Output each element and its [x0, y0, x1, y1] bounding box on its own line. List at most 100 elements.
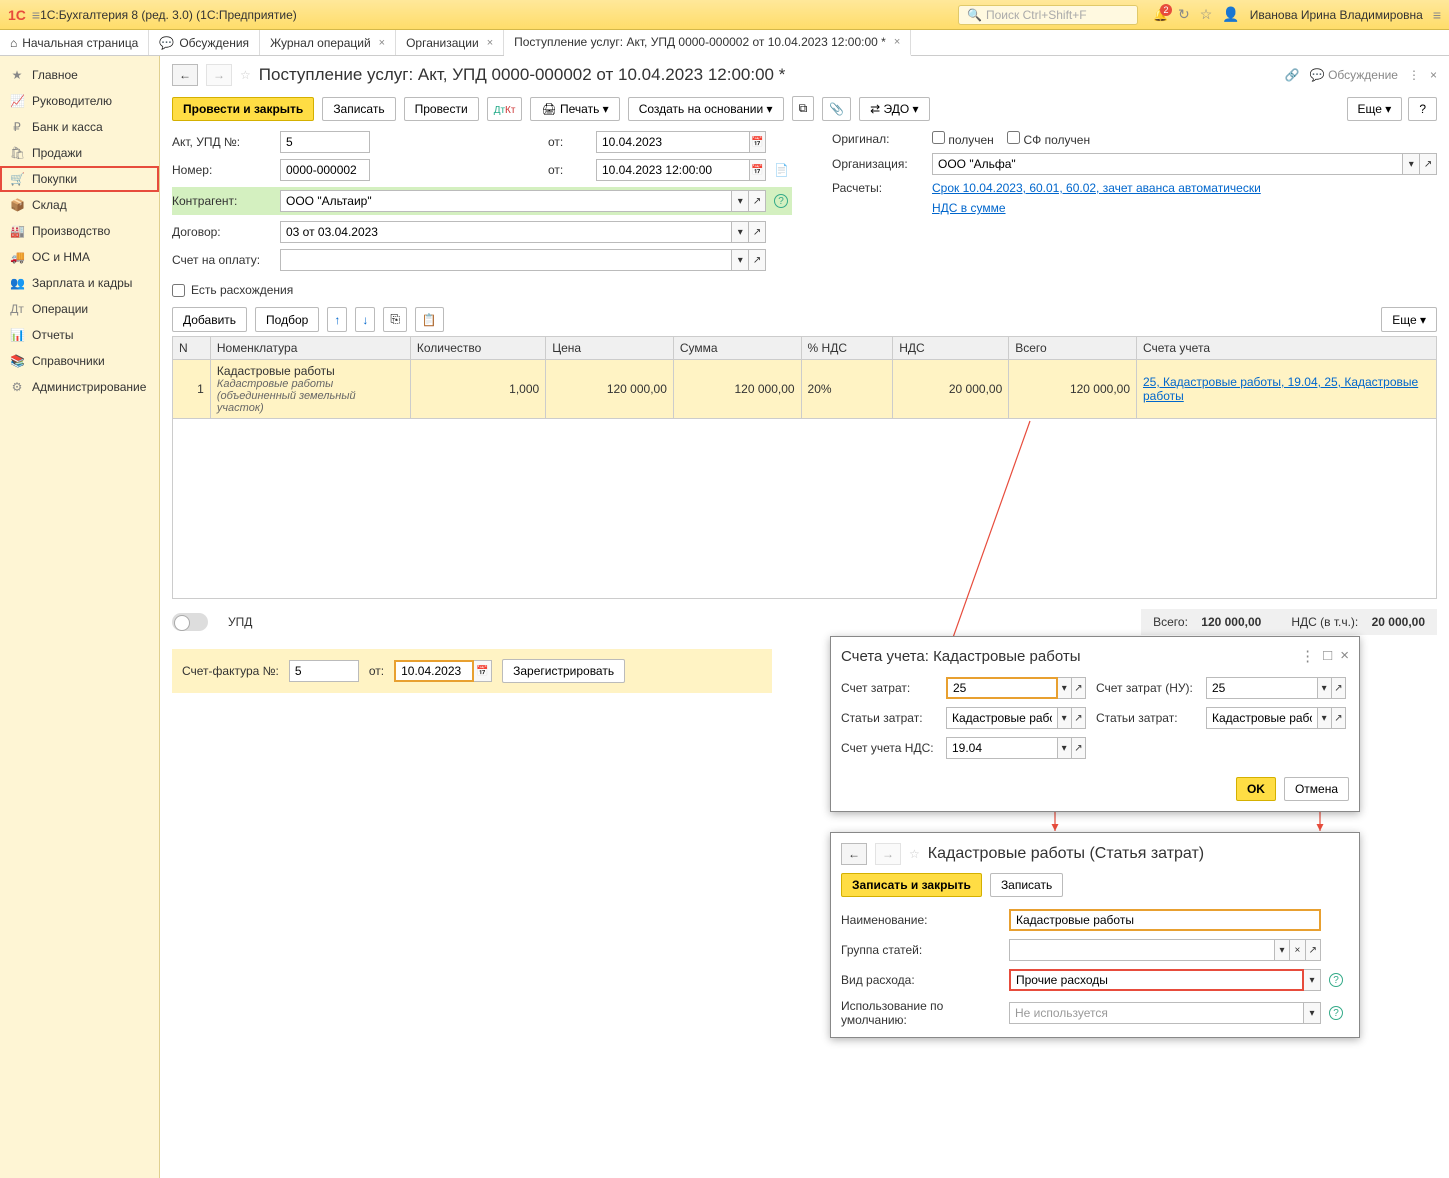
save-close-button[interactable]: Записать и закрыть [841, 873, 982, 897]
sidebar-item-reports[interactable]: 📊Отчеты [0, 322, 159, 348]
close-icon[interactable]: × [379, 37, 385, 49]
edo-button[interactable]: ⇄ ЭДО ▾ [859, 97, 929, 121]
dropdown-icon[interactable]: ▾ [732, 249, 749, 271]
calendar-icon[interactable]: 📅 [750, 131, 766, 153]
post-button[interactable]: Провести [404, 97, 479, 121]
tab-home[interactable]: ⌂Начальная страница [0, 30, 149, 55]
accounts-link[interactable]: 25, Кадастровые работы, 19.04, 25, Кадас… [1143, 375, 1418, 403]
save-button[interactable]: Записать [322, 97, 395, 121]
history-icon[interactable]: ↻ [1178, 6, 1190, 23]
close-icon[interactable]: × [487, 37, 493, 49]
dropdown-icon[interactable]: ▾ [732, 190, 749, 212]
help-icon[interactable]: ? [1329, 1006, 1343, 1020]
more-icon[interactable]: ⋮ [1408, 68, 1420, 82]
sidebar-item-stock[interactable]: 📦Склад [0, 192, 159, 218]
akt-date-input[interactable] [596, 131, 750, 153]
received-checkbox[interactable] [932, 131, 945, 144]
bell-icon[interactable]: 🔔2 [1153, 8, 1168, 22]
sidebar-item-main[interactable]: ★Главное [0, 62, 159, 88]
tab-journal[interactable]: Журнал операций× [260, 30, 396, 55]
sf-date-input[interactable] [394, 660, 474, 682]
schet-zatrat-nu-input[interactable] [1206, 677, 1318, 699]
back-button[interactable]: ← [172, 64, 198, 86]
register-button[interactable]: Зарегистрировать [502, 659, 625, 683]
star-icon[interactable]: ☆ [1200, 6, 1213, 23]
sf-received-checkbox[interactable] [1007, 131, 1020, 144]
star-icon[interactable]: ☆ [909, 847, 920, 861]
add-button[interactable]: Добавить [172, 307, 247, 332]
usage-input[interactable] [1009, 1002, 1304, 1024]
table-more-button[interactable]: Еще ▾ [1381, 307, 1437, 332]
col-nds[interactable]: НДС [893, 337, 1009, 360]
col-n[interactable]: N [173, 337, 211, 360]
number-input[interactable] [280, 159, 370, 181]
tab-orgs[interactable]: Организации× [396, 30, 504, 55]
related-button[interactable]: ⧉ [792, 96, 815, 121]
open-icon[interactable]: ↗ [749, 249, 766, 271]
col-nomen[interactable]: Номенклатура [210, 337, 410, 360]
vid-input[interactable] [1009, 969, 1304, 991]
select-button[interactable]: Подбор [255, 307, 319, 332]
star-icon[interactable]: ☆ [240, 68, 251, 82]
sidebar-item-production[interactable]: 🏭Производство [0, 218, 159, 244]
dt-kt-button[interactable]: ДтКт [487, 97, 523, 121]
save-button[interactable]: Записать [990, 873, 1063, 897]
close-icon[interactable]: × [1430, 68, 1437, 82]
stati-zatrat2-input[interactable] [1206, 707, 1318, 729]
dropdown-icon[interactable]: ▾ [1403, 153, 1420, 175]
col-sum[interactable]: Сумма [673, 337, 801, 360]
akt-num-input[interactable] [280, 131, 370, 153]
sidebar-item-purchases[interactable]: 🛒Покупки [0, 166, 159, 192]
col-nds-pct[interactable]: % НДС [801, 337, 893, 360]
help-icon[interactable]: ? [1329, 973, 1343, 987]
contragent-input[interactable] [280, 190, 732, 212]
raschety-link[interactable]: Срок 10.04.2023, 60.01, 60.02, зачет ава… [932, 181, 1437, 195]
move-down-button[interactable]: ↓ [355, 307, 375, 332]
open-icon[interactable]: ↗ [749, 221, 766, 243]
org-input[interactable] [932, 153, 1403, 175]
sidebar-item-sales[interactable]: 🛍Продажи [0, 140, 159, 166]
sidebar-item-manager[interactable]: 📈Руководителю [0, 88, 159, 114]
sidebar-item-operations[interactable]: ДтОперации [0, 296, 159, 322]
sidebar-item-assets[interactable]: 🚚ОС и НМА [0, 244, 159, 270]
tab-current[interactable]: Поступление услуг: Акт, УПД 0000-000002 … [504, 30, 911, 56]
sidebar-item-reference[interactable]: 📚Справочники [0, 348, 159, 374]
sidebar-item-admin[interactable]: ⚙Администрирование [0, 374, 159, 400]
help-button[interactable]: ? [1408, 97, 1437, 121]
discuss-link[interactable]: 💬 Обсуждение [1310, 68, 1398, 82]
dogovor-input[interactable] [280, 221, 732, 243]
dropdown-icon[interactable]: ▾ [732, 221, 749, 243]
close-icon[interactable]: × [1340, 647, 1349, 665]
schet-nds-input[interactable] [946, 737, 1058, 759]
open-icon[interactable]: ↗ [1420, 153, 1437, 175]
group-input[interactable] [1009, 939, 1275, 961]
maximize-icon[interactable]: □ [1323, 647, 1332, 665]
schet-zatrat-input[interactable] [946, 677, 1058, 699]
paste-button[interactable]: 📋 [415, 307, 444, 332]
cancel-button[interactable]: Отмена [1284, 777, 1349, 801]
number-date-input[interactable] [596, 159, 750, 181]
tab-discussions[interactable]: 💬Обсуждения [149, 30, 260, 55]
table-row[interactable]: 1 Кадастровые работыКадастровые работы (… [173, 360, 1437, 419]
user-name[interactable]: Иванова Ирина Владимировна [1250, 8, 1423, 22]
back-button[interactable]: ← [841, 843, 867, 865]
more-icon[interactable]: ⋮ [1300, 647, 1315, 665]
sf-num-input[interactable] [289, 660, 359, 682]
col-accounts[interactable]: Счета учета [1137, 337, 1437, 360]
calendar-icon[interactable]: 📅 [474, 660, 492, 682]
copy-button[interactable]: ⎘ [383, 307, 407, 332]
open-icon[interactable]: ↗ [749, 190, 766, 212]
post-close-button[interactable]: Провести и закрыть [172, 97, 314, 121]
print-button[interactable]: 🖨 Печать ▾ [530, 97, 619, 121]
forward-button[interactable]: → [875, 843, 901, 865]
upd-toggle[interactable] [172, 613, 208, 631]
calendar-icon[interactable]: 📅 [750, 159, 766, 181]
sidebar-item-payroll[interactable]: 👥Зарплата и кадры [0, 270, 159, 296]
forward-button[interactable]: → [206, 64, 232, 86]
schet-oplatu-input[interactable] [280, 249, 732, 271]
name-input[interactable] [1009, 909, 1321, 931]
stati-zatrat-input[interactable] [946, 707, 1058, 729]
more-button[interactable]: Еще ▾ [1347, 97, 1403, 121]
discrepancy-checkbox[interactable] [172, 284, 185, 297]
reload-icon[interactable]: 📄 [774, 163, 792, 177]
